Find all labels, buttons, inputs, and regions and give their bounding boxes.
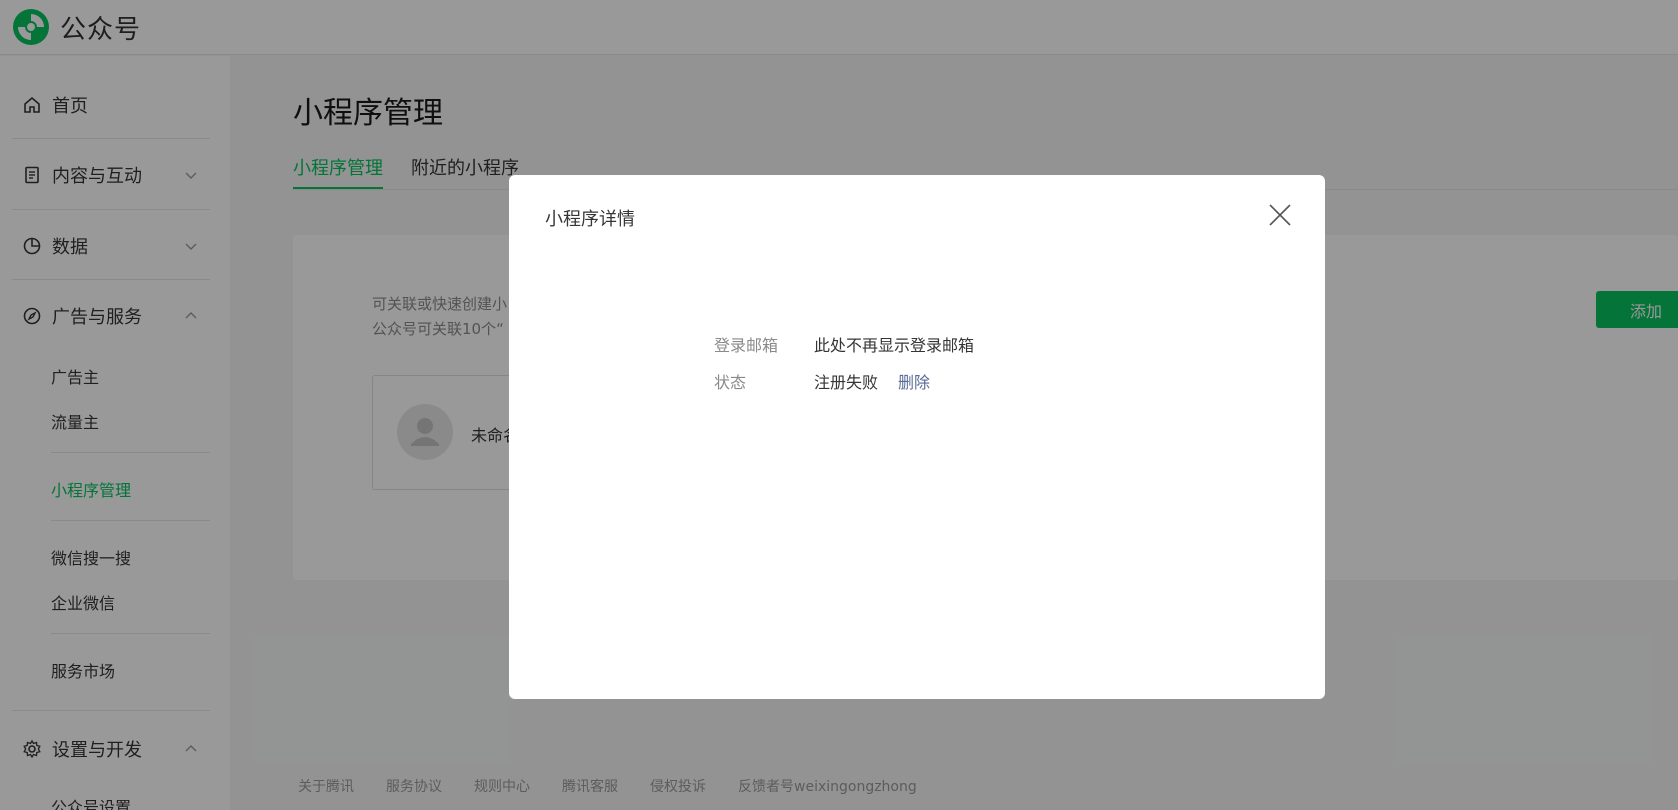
detail-value: 此处不再显示登录邮箱: [814, 336, 975, 355]
detail-row-status: 状态 注册失败 删除: [714, 369, 930, 393]
close-icon[interactable]: [1266, 201, 1294, 229]
miniprogram-detail-dialog: 小程序详情 登录邮箱 此处不再显示登录邮箱 状态 注册失败 删除: [509, 175, 1325, 699]
detail-row-email: 登录邮箱 此处不再显示登录邮箱: [714, 332, 974, 356]
detail-label: 状态: [714, 373, 747, 392]
status-value: 注册失败: [814, 373, 879, 392]
delete-link[interactable]: 删除: [898, 369, 930, 393]
dialog-title: 小程序详情: [545, 209, 635, 230]
detail-label: 登录邮箱: [714, 336, 779, 355]
